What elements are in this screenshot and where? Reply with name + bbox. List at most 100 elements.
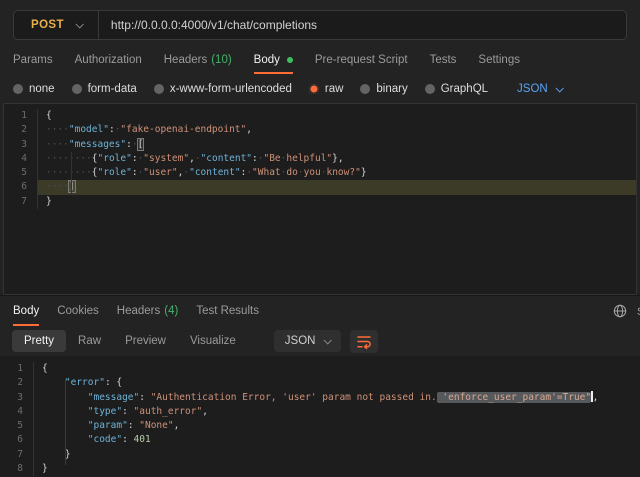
response-tab-headers[interactable]: Headers (4) <box>117 301 179 326</box>
indent-guide <box>71 152 72 195</box>
radio-icon <box>425 84 435 94</box>
body-mode-graphql[interactable]: GraphQL <box>425 83 488 95</box>
code-token: "system" <box>143 153 189 164</box>
code-token: } <box>46 196 52 207</box>
body-mode-x-www-form-urlencoded[interactable]: x-www-form-urlencoded <box>154 83 292 95</box>
line-number: 8 <box>0 462 33 476</box>
code-token: : <box>139 392 150 403</box>
code-token: } <box>361 167 367 178</box>
body-mode-none[interactable]: none <box>13 83 55 95</box>
radio-icon <box>13 84 23 94</box>
code-line[interactable]: 7} <box>4 195 636 209</box>
code-token: 401 <box>134 434 151 445</box>
code-token: ···· <box>46 139 69 150</box>
code-token: : <box>122 434 133 445</box>
code-line[interactable]: 4 "type": "auth_error", <box>0 405 640 419</box>
body-mode-label: form-data <box>88 83 137 95</box>
line-content: "error": { <box>33 376 640 390</box>
method-selector[interactable]: POST <box>14 11 98 39</box>
body-mode-label: binary <box>376 83 407 95</box>
url-input[interactable]: http://0.0.0.0:4000/v1/chat/completions <box>99 18 317 32</box>
chevron-down-icon <box>324 336 332 344</box>
code-token: ········ <box>46 167 92 178</box>
code-line[interactable]: 1{ <box>4 109 636 123</box>
code-token: ········ <box>46 153 92 164</box>
postman-app: POST http://0.0.0.0:4000/v1/chat/complet… <box>0 0 640 477</box>
code-token: "What <box>252 167 281 178</box>
code-token: }, <box>332 153 343 164</box>
code-line[interactable]: 2····"model":·"fake-openai-endpoint", <box>4 123 636 137</box>
request-body-editor[interactable]: 1{2····"model":·"fake-openai-endpoint",3… <box>3 103 637 295</box>
code-line[interactable]: 1{ <box>0 362 640 376</box>
line-number: 5 <box>0 419 33 433</box>
view-pretty[interactable]: Pretty <box>12 330 66 352</box>
tab-label: Authorization <box>75 54 142 66</box>
code-token: { <box>46 110 52 121</box>
tab-tests[interactable]: Tests <box>430 50 457 74</box>
response-tab-cookies[interactable]: Cookies <box>57 301 99 326</box>
radio-icon <box>154 84 164 94</box>
wrap-text-button[interactable] <box>350 330 378 353</box>
tab-label: Pre-request Script <box>315 54 408 66</box>
view-preview[interactable]: Preview <box>113 330 178 352</box>
body-mode-label: none <box>29 83 55 95</box>
code-line[interactable]: 5········{"role":·"user",·"content":·"Wh… <box>4 166 636 180</box>
code-line[interactable]: 6 "code": 401 <box>0 433 640 447</box>
request-url-row: POST http://0.0.0.0:4000/v1/chat/complet… <box>0 0 640 48</box>
code-token: "content" <box>189 167 240 178</box>
tab-params[interactable]: Params <box>13 50 53 74</box>
line-number: 3 <box>4 138 37 152</box>
chevron-down-icon <box>75 20 83 28</box>
code-line[interactable]: 8} <box>0 462 640 476</box>
body-mode-form-data[interactable]: form-data <box>72 83 137 95</box>
body-mode-binary[interactable]: binary <box>360 83 407 95</box>
code-token: "role" <box>98 153 132 164</box>
tab-headers[interactable]: Headers(10) <box>164 50 232 74</box>
code-line[interactable]: 4········{"role":·"system",·"content":·"… <box>4 152 636 166</box>
response-tab-body[interactable]: Body <box>13 301 39 326</box>
code-line[interactable]: 3 "message": "Authentication Error, 'use… <box>0 391 640 405</box>
code-token: "user" <box>143 167 177 178</box>
tab-label: Tests <box>430 54 457 66</box>
tab-settings[interactable]: Settings <box>478 50 520 74</box>
raw-format-dropdown[interactable]: JSON <box>517 83 562 95</box>
tab-body[interactable]: Body <box>254 50 293 74</box>
tab-count-badge: (10) <box>211 54 231 66</box>
line-number: 7 <box>4 195 37 209</box>
tab-label: Test Results <box>196 305 259 317</box>
response-format-dropdown[interactable]: JSON <box>274 330 342 352</box>
code-line[interactable]: 2 "error": { <box>0 376 640 390</box>
url-bar: POST http://0.0.0.0:4000/v1/chat/complet… <box>13 10 627 40</box>
body-mode-raw[interactable]: raw <box>309 83 344 95</box>
code-line[interactable]: 7 } <box>0 448 640 462</box>
line-content: "param": "None", <box>33 419 640 433</box>
tab-count-badge: (4) <box>164 305 178 317</box>
response-views-row: PrettyRawPreviewVisualize JSON <box>0 326 640 356</box>
body-mode-row: none form-data x-www-form-urlencoded raw bin… <box>0 74 640 103</box>
code-token: : <box>128 420 139 431</box>
code-line[interactable]: 6····] <box>4 180 636 194</box>
code-token: "type" <box>88 406 122 417</box>
code-line[interactable]: 5 "param": "None", <box>0 419 640 433</box>
tab-label: Cookies <box>57 305 99 317</box>
line-number: 6 <box>4 180 37 194</box>
code-token: } <box>42 463 48 474</box>
response-body-viewer[interactable]: 1{2 "error": {3 "message": "Authenticati… <box>0 356 640 477</box>
code-token: { <box>42 363 48 374</box>
line-content: ········{"role":·"user",·"content":·"Wha… <box>37 166 636 180</box>
view-visualize[interactable]: Visualize <box>178 330 248 352</box>
body-mode-label: raw <box>325 83 344 95</box>
request-tabs: Params Authorization Headers(10) Body Pre-re… <box>0 48 640 74</box>
code-line[interactable]: 3····"messages":·[ <box>4 138 636 152</box>
tab-authorization[interactable]: Authorization <box>75 50 142 74</box>
view-raw[interactable]: Raw <box>66 330 113 352</box>
line-content: "message": "Authentication Error, 'user'… <box>33 391 640 405</box>
code-token <box>42 449 65 460</box>
response-tab-test-results[interactable]: Test Results <box>196 301 259 326</box>
line-number: 3 <box>0 391 33 405</box>
tab-pre-request-script[interactable]: Pre-request Script <box>315 50 408 74</box>
code-token: "role" <box>98 167 132 178</box>
code-token: "Authentication Error, 'user' param not … <box>151 392 437 403</box>
code-token: , <box>174 420 180 431</box>
tab-label: Headers <box>117 305 160 317</box>
